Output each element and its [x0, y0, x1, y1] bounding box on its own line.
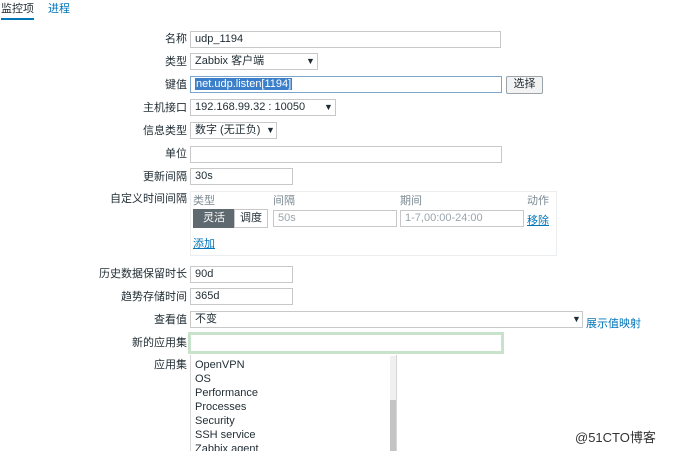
period-input[interactable]: 1-7,00:00-24:00: [400, 210, 524, 227]
info-type-value: 数字 (无正负): [195, 124, 261, 136]
col-header-period: 期间: [400, 195, 422, 207]
show-value-label: 查看值: [154, 314, 187, 326]
units-input[interactable]: [190, 146, 502, 163]
list-item[interactable]: Processes: [195, 401, 246, 414]
type-select[interactable]: Zabbix 客户端 ▼: [190, 53, 318, 70]
key-input-value: net.udp.listen[1194]: [195, 78, 293, 90]
select-key-button[interactable]: 选择: [506, 76, 543, 94]
show-value-select[interactable]: 不变 ▼: [190, 311, 583, 328]
chevron-down-icon: ▼: [266, 125, 275, 135]
scheduling-toggle[interactable]: 调度: [234, 209, 268, 228]
info-type-label: 信息类型: [143, 125, 187, 137]
host-interface-label: 主机接口: [143, 102, 187, 114]
chevron-down-icon: ▼: [306, 56, 315, 66]
tab-items[interactable]: 监控项: [1, 3, 34, 20]
units-label: 单位: [165, 148, 187, 160]
value-mapping-link[interactable]: 展示值映射: [586, 315, 641, 331]
name-label: 名称: [165, 33, 187, 45]
col-header-type: 类型: [193, 195, 215, 207]
remove-interval-link[interactable]: 移除: [527, 212, 549, 228]
trends-label: 趋势存储时间: [121, 291, 187, 303]
list-item[interactable]: Performance: [195, 387, 258, 400]
list-item[interactable]: OS: [195, 373, 211, 386]
host-interface-value: 192.168.99.32 : 10050: [195, 101, 306, 113]
tab-processes[interactable]: 进程: [48, 3, 70, 15]
watermark: @51CTO博客: [575, 430, 656, 445]
applications-scrollbar-thumb[interactable]: [390, 400, 396, 451]
list-item[interactable]: Zabbix agent: [195, 443, 259, 451]
applications-label: 应用集: [154, 359, 187, 371]
type-label: 类型: [165, 56, 187, 68]
list-item[interactable]: OpenVPN: [195, 359, 245, 372]
history-input[interactable]: 90d: [190, 266, 293, 283]
info-type-select[interactable]: 数字 (无正负) ▼: [190, 122, 277, 139]
chevron-down-icon: ▼: [324, 102, 333, 112]
tab-bar: 监控项 进程: [0, 0, 683, 20]
type-select-value: Zabbix 客户端: [195, 55, 265, 67]
col-header-action: 动作: [527, 195, 549, 207]
col-header-interval: 间隔: [273, 195, 295, 207]
trends-input[interactable]: 365d: [190, 288, 293, 305]
flexible-toggle[interactable]: 灵活: [193, 209, 235, 228]
new-application-label: 新的应用集: [132, 337, 187, 349]
host-interface-select[interactable]: 192.168.99.32 : 10050 ▼: [190, 99, 336, 116]
key-input[interactable]: net.udp.listen[1194]: [190, 76, 502, 93]
applications-listbox[interactable]: OpenVPN OS Performance Processes Securit…: [190, 355, 397, 451]
list-item[interactable]: Security: [195, 415, 235, 428]
update-interval-label: 更新间隔: [143, 171, 187, 183]
name-input[interactable]: udp_1194: [190, 31, 501, 48]
new-application-input[interactable]: [188, 332, 504, 354]
chevron-down-icon: ▼: [572, 314, 581, 324]
custom-intervals-label: 自定义时间间隔: [110, 193, 187, 205]
interval-input[interactable]: 50s: [273, 210, 397, 227]
show-value-value: 不变: [195, 313, 217, 325]
history-label: 历史数据保留时长: [99, 268, 187, 280]
add-interval-link[interactable]: 添加: [193, 235, 215, 251]
key-label: 键值: [165, 79, 187, 91]
update-interval-input[interactable]: 30s: [190, 168, 293, 185]
list-item[interactable]: SSH service: [195, 429, 256, 442]
